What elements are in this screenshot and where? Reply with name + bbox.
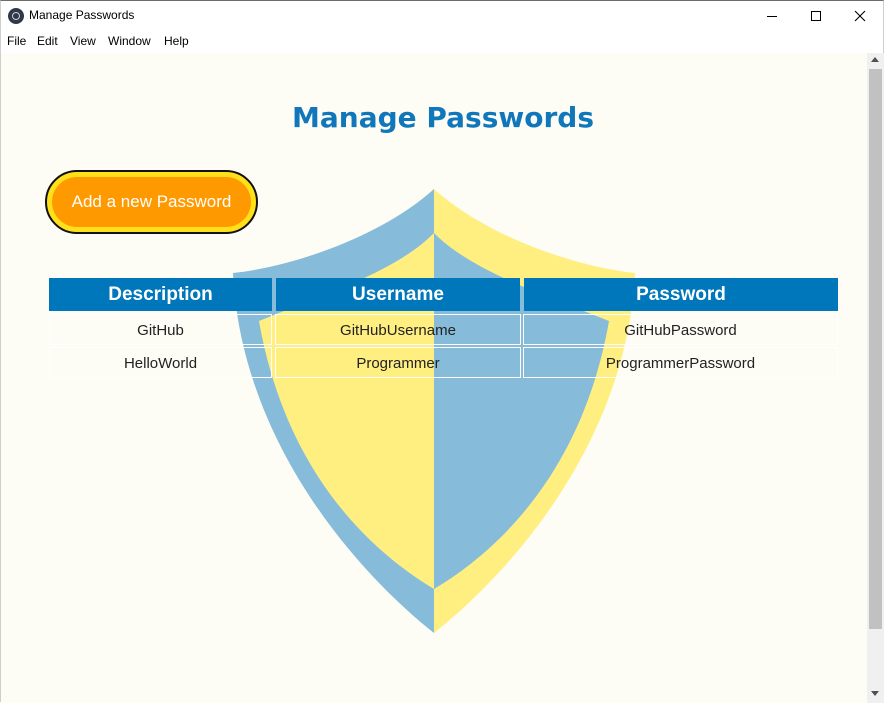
add-password-button[interactable]: Add a new Password xyxy=(45,170,258,234)
menu-file[interactable]: File xyxy=(7,34,26,48)
table-cell-password: GitHubPassword xyxy=(523,314,838,345)
shield-logo-icon xyxy=(233,189,635,633)
column-header-username[interactable]: Username xyxy=(276,278,520,311)
close-icon xyxy=(854,10,866,22)
column-header-description[interactable]: Description xyxy=(49,278,272,311)
minimize-icon xyxy=(767,16,777,17)
table-cell-password: ProgrammerPassword xyxy=(523,347,838,378)
minimize-button[interactable] xyxy=(749,1,795,31)
scrollbar-thumb[interactable] xyxy=(869,69,882,629)
title-bar[interactable]: Manage Passwords xyxy=(1,1,883,31)
page-title: Manage Passwords xyxy=(292,101,594,134)
menu-edit[interactable]: Edit xyxy=(37,34,58,48)
add-password-button-label: Add a new Password xyxy=(52,177,251,227)
app-logo-icon xyxy=(8,8,24,24)
app-window: Manage Passwords File Edit View Window H… xyxy=(0,0,884,703)
vertical-scrollbar[interactable] xyxy=(867,53,884,703)
scroll-down-arrow-icon[interactable] xyxy=(871,691,879,696)
table-cell-description: HelloWorld xyxy=(49,347,272,378)
menu-window[interactable]: Window xyxy=(108,34,151,48)
window-title: Manage Passwords xyxy=(29,8,135,22)
table-cell-username: Programmer xyxy=(275,347,521,378)
maximize-icon xyxy=(811,11,821,21)
menu-help[interactable]: Help xyxy=(164,34,189,48)
page-content: Manage Passwords Add a new Password Desc… xyxy=(1,53,867,703)
table-cell-description: GitHub xyxy=(49,314,272,345)
menu-view[interactable]: View xyxy=(70,34,96,48)
menu-bar: File Edit View Window Help xyxy=(1,31,883,53)
column-header-password[interactable]: Password xyxy=(524,278,838,311)
table-cell-username: GitHubUsername xyxy=(275,314,521,345)
close-button[interactable] xyxy=(837,1,883,31)
scroll-up-arrow-icon[interactable] xyxy=(871,57,879,62)
maximize-button[interactable] xyxy=(793,1,839,31)
